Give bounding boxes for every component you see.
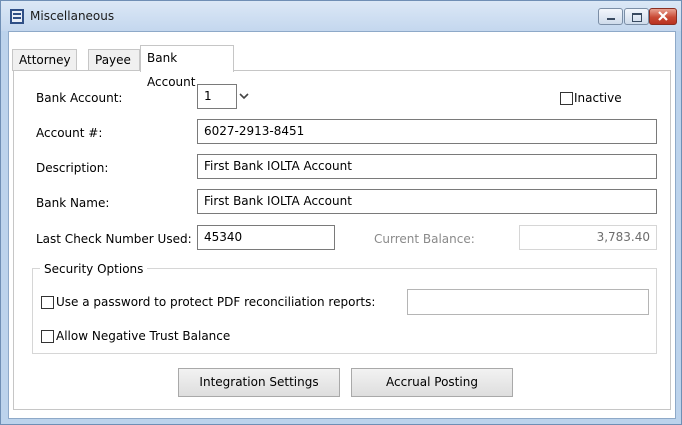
close-icon [658,11,668,21]
description-label: Description: [36,161,109,175]
last-check-label: Last Check Number Used: [36,232,192,246]
description-field[interactable]: First Bank IOLTA Account [197,154,657,179]
integration-settings-button[interactable]: Integration Settings [178,368,340,397]
password-checkbox[interactable] [41,296,54,309]
bank-account-select[interactable]: 1 [197,84,237,109]
negative-balance-checkbox[interactable] [41,330,54,343]
window-title: Miscellaneous [30,9,115,23]
minimize-icon [607,18,615,20]
minimize-button[interactable] [598,8,623,25]
last-check-field[interactable]: 45340 [197,225,335,250]
security-options-title: Security Options [40,262,148,276]
inactive-checkbox[interactable] [560,92,573,105]
account-number-field[interactable]: 6027-2913-8451 [197,119,657,144]
accrual-posting-button[interactable]: Accrual Posting [351,368,513,397]
inactive-label: Inactive [574,91,622,105]
maximize-icon [632,13,642,22]
close-button[interactable] [649,8,677,25]
chevron-down-icon[interactable] [238,91,250,101]
maximize-button[interactable] [624,8,649,25]
current-balance-label: Current Balance: [374,232,475,246]
tab-bank-account[interactable]: Bank Account [140,45,234,89]
current-balance-field: 3,783.40 [519,225,657,250]
bank-account-label: Bank Account: [36,91,123,105]
bank-name-field[interactable]: First Bank IOLTA Account [197,189,657,214]
account-number-label: Account #: [36,126,103,140]
bank-account-value: 1 [204,89,212,103]
pdf-password-field[interactable] [407,289,649,315]
bank-name-label: Bank Name: [36,196,110,210]
app-icon [10,9,24,24]
negative-balance-label: Allow Negative Trust Balance [56,329,231,343]
tab-payee[interactable]: Payee [88,49,140,71]
password-option-label: Use a password to protect PDF reconcilia… [56,295,376,309]
title-bar[interactable]: Miscellaneous [1,1,681,31]
tab-attorney[interactable]: Attorney [12,49,77,71]
